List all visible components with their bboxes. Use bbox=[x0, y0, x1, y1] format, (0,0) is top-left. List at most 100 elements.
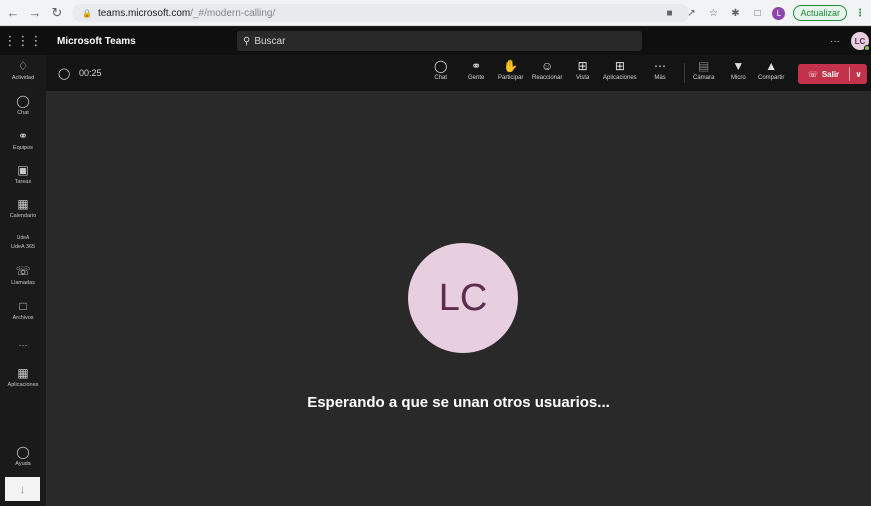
participant-initials: LC bbox=[438, 276, 488, 319]
mic-button[interactable]: ▼ Micro bbox=[731, 59, 746, 82]
help-icon: ◯ bbox=[16, 445, 30, 459]
view-button[interactable]: ⊞ Vista bbox=[576, 59, 590, 82]
rail-item-calendar[interactable]: ▦ Calendario bbox=[0, 197, 46, 219]
more-icon: ⋯ bbox=[654, 59, 666, 73]
address-bar[interactable]: 🔒 teams.microsoft.com /_#/modern-calling… bbox=[72, 4, 689, 22]
lock-icon: 🔒 bbox=[82, 8, 92, 18]
user-avatar[interactable]: LC bbox=[851, 32, 870, 51]
star-icon[interactable]: ☆ bbox=[706, 6, 720, 20]
control-label: Más bbox=[654, 75, 666, 81]
file-icon: □ bbox=[19, 299, 27, 313]
apps-icon: ▦ bbox=[17, 366, 29, 380]
presence-status-icon bbox=[864, 45, 870, 51]
share-button[interactable]: ▲ Compartir bbox=[758, 59, 785, 82]
browser-menu-icon[interactable]: ⋮ bbox=[855, 8, 865, 19]
call-timer: 00:25 bbox=[79, 68, 102, 78]
update-label: Actualizar bbox=[800, 8, 840, 18]
extensions-icon[interactable]: ✱ bbox=[728, 6, 742, 20]
call-control-bar: ◯ 00:25 ◯ Chat ⚭ Gente ✋ Participar ☺ Re… bbox=[46, 55, 871, 91]
chat-icon: ◯ bbox=[434, 59, 448, 73]
bell-icon: ♢ bbox=[17, 59, 29, 73]
rail-item-label: Actividad bbox=[11, 75, 35, 81]
rail-item-chat[interactable]: ◯ Chat bbox=[0, 94, 46, 116]
teams-icon: ⚭ bbox=[17, 129, 29, 143]
rail-item-label: Aplicaciones bbox=[7, 382, 39, 388]
rail-item-activity[interactable]: ♢ Actividad bbox=[0, 59, 46, 81]
search-placeholder: Buscar bbox=[254, 35, 286, 47]
side-panel-icon[interactable]: □ bbox=[750, 6, 764, 20]
control-label: Aplicaciones bbox=[603, 75, 637, 81]
rail-item-calls[interactable]: ☏ Llamadas bbox=[0, 264, 46, 286]
download-icon[interactable]: ↓ bbox=[5, 477, 40, 501]
rail-item-teams[interactable]: ⚭ Equipos bbox=[0, 129, 46, 151]
grid-view-icon: ⊞ bbox=[577, 59, 588, 73]
share-icon: ▲ bbox=[765, 59, 778, 73]
chat-icon: ◯ bbox=[16, 94, 30, 108]
url-host: teams.microsoft.com bbox=[97, 7, 191, 19]
tasks-icon: ▣ bbox=[17, 163, 29, 177]
control-label: Gente bbox=[468, 75, 485, 81]
more-button[interactable]: ⋯ Más bbox=[654, 59, 666, 82]
people-button[interactable]: ⚭ Gente bbox=[468, 59, 485, 82]
camera-button[interactable]: ▤ Cámara bbox=[693, 59, 715, 82]
react-button[interactable]: ☺ Reaccionar bbox=[532, 59, 563, 82]
update-button[interactable]: Actualizar bbox=[793, 5, 847, 21]
mic-icon: ▼ bbox=[732, 59, 745, 73]
rail-item-label: Archivos bbox=[12, 315, 34, 321]
waiting-message: Esperando a que se unan otros usuarios..… bbox=[307, 394, 610, 411]
search-input[interactable]: ⚲ Buscar bbox=[237, 31, 642, 51]
reload-icon[interactable]: ↻ bbox=[48, 4, 66, 22]
control-label: Reaccionar bbox=[532, 75, 563, 81]
control-label: Compartir bbox=[758, 75, 785, 81]
participant-avatar: LC bbox=[408, 243, 518, 353]
settings-more-button[interactable]: ··· bbox=[830, 36, 840, 47]
rail-more-button[interactable]: ··· bbox=[0, 338, 46, 353]
rail-item-label: Tareas bbox=[14, 179, 32, 185]
toolbar-divider bbox=[684, 63, 685, 83]
rail-item-label: UdeA 365 bbox=[10, 244, 36, 250]
rail-item-udea[interactable]: UdeA UdeA 365 bbox=[0, 233, 46, 250]
app-rail: ♢ Actividad ◯ Chat ⚭ Equipos ▣ Tareas ▦ … bbox=[0, 55, 46, 506]
calendar-icon: ▦ bbox=[17, 197, 29, 211]
chevron-down-icon[interactable]: ∨ bbox=[850, 70, 867, 79]
control-label: Vista bbox=[576, 75, 590, 81]
control-label: Micro bbox=[731, 75, 746, 81]
share-page-icon[interactable]: ↗ bbox=[684, 6, 698, 20]
rail-item-label: Chat bbox=[17, 110, 29, 116]
phone-icon: ☏ bbox=[15, 264, 31, 278]
camera-off-icon: ▤ bbox=[698, 59, 710, 73]
search-icon: ⚲ bbox=[243, 35, 251, 47]
rail-item-label: Calendario bbox=[9, 213, 37, 219]
rail-item-help[interactable]: ◯ Ayuda bbox=[0, 445, 46, 467]
profile-avatar[interactable]: L bbox=[772, 6, 786, 20]
shield-icon: ◯ bbox=[58, 68, 71, 80]
apps-add-icon: ⊞ bbox=[614, 59, 625, 73]
control-label: Chat bbox=[434, 75, 448, 81]
call-stage: LC Esperando a que se unan otros usuario… bbox=[46, 91, 871, 506]
apps-button[interactable]: ⊞ Aplicaciones bbox=[603, 59, 637, 82]
app-title: Microsoft Teams bbox=[57, 35, 136, 47]
app-launcher-icon[interactable]: ⋮⋮⋮ bbox=[0, 33, 46, 49]
smiley-icon: ☺ bbox=[541, 59, 554, 73]
back-icon[interactable]: ← bbox=[4, 4, 22, 22]
teams-header: ⋮⋮⋮ Microsoft Teams ⚲ Buscar ··· LC bbox=[0, 27, 871, 55]
leave-main[interactable]: ☏ Salir bbox=[798, 70, 849, 79]
hang-up-icon: ☏ bbox=[807, 69, 818, 79]
browser-toolbar: ← → ↻ 🔒 teams.microsoft.com /_#/modern-c… bbox=[0, 0, 871, 26]
chat-button[interactable]: ◯ Chat bbox=[434, 59, 448, 82]
rail-item-label: Equipos bbox=[13, 145, 33, 151]
rail-item-files[interactable]: □ Archivos bbox=[0, 299, 46, 321]
url-path: /_#/modern-calling/ bbox=[190, 7, 276, 19]
forward-icon[interactable]: → bbox=[26, 4, 44, 22]
rail-item-apps[interactable]: ▦ Aplicaciones bbox=[0, 366, 46, 388]
user-avatar-initials: LC bbox=[854, 36, 866, 46]
camera-indicator-icon[interactable]: ■ bbox=[662, 6, 676, 20]
control-label: Cámara bbox=[693, 75, 715, 81]
leave-button[interactable]: ☏ Salir ∨ bbox=[798, 64, 867, 84]
people-icon: ⚭ bbox=[471, 59, 482, 73]
more-icon: ··· bbox=[18, 340, 28, 350]
raise-hand-button[interactable]: ✋ Participar bbox=[498, 60, 524, 82]
leave-label: Salir bbox=[821, 69, 840, 79]
control-label: Participar bbox=[498, 75, 524, 81]
rail-item-tasks[interactable]: ▣ Tareas bbox=[0, 163, 46, 185]
